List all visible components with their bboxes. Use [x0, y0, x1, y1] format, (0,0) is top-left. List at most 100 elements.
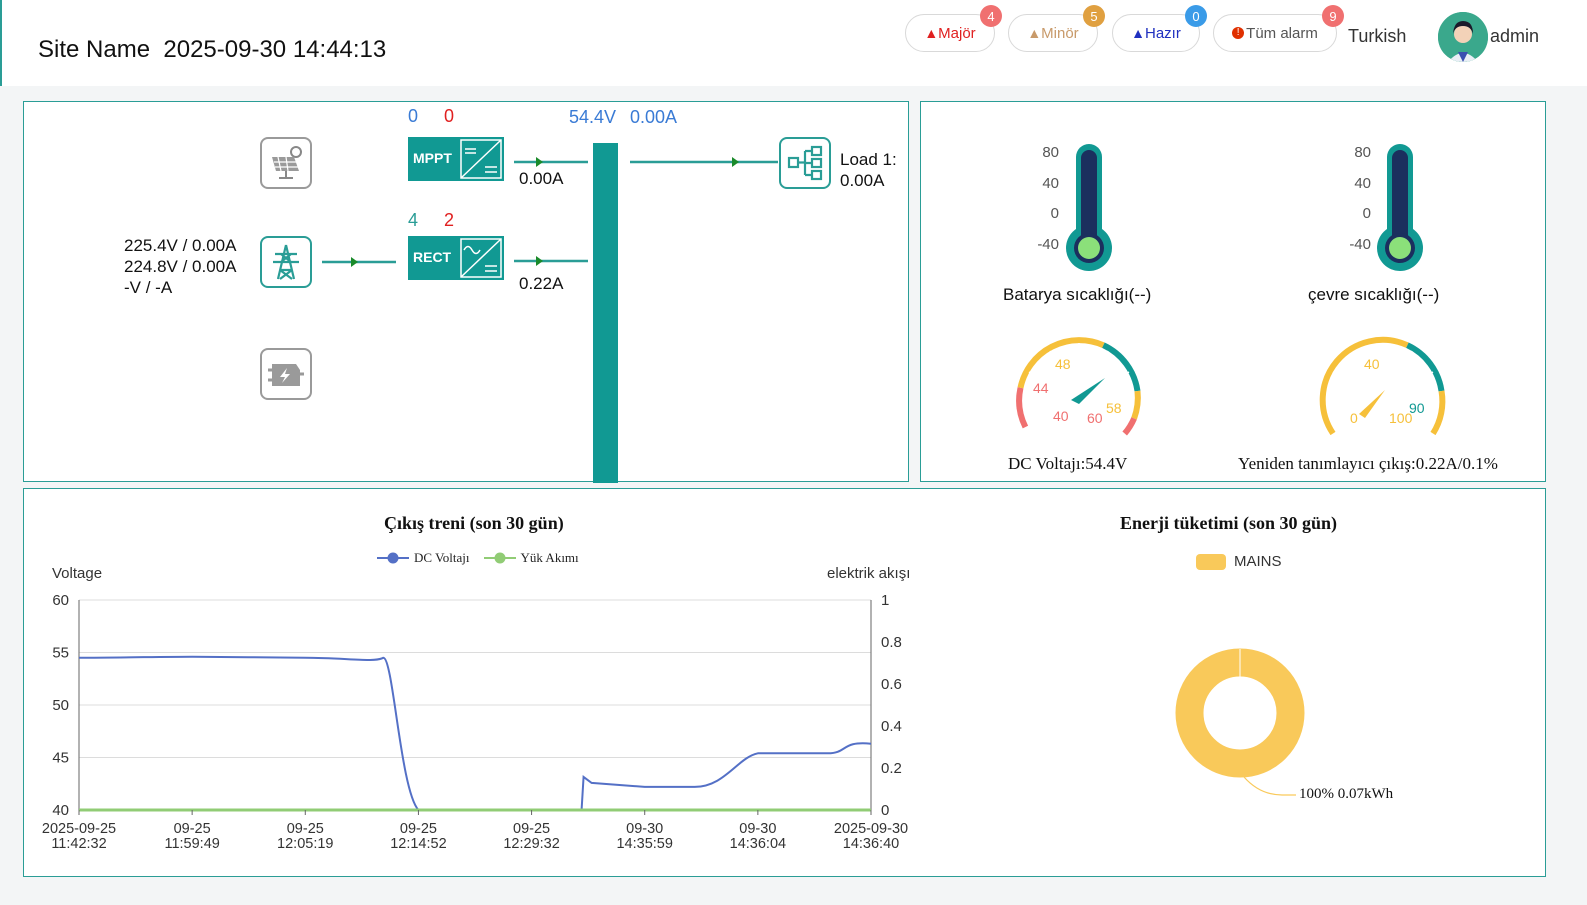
major-alarm-badge: 4: [980, 5, 1002, 27]
dc-voltage-label: DC Voltajı:54.4V: [1008, 454, 1128, 473]
y-left-tick: 55: [52, 645, 69, 662]
mppt-current: 0.00A: [519, 169, 564, 188]
x-axis-tick-label: 11:59:49: [164, 836, 219, 852]
dc-bus-bar: [593, 143, 618, 483]
y-right-tick: 0: [881, 802, 889, 819]
energy-legend-label: MAINS: [1234, 553, 1282, 570]
donut-slice-mains: [1175, 648, 1305, 778]
rect-label: RECT: [413, 249, 452, 265]
x-axis-tick-label: 12:29:32: [503, 836, 559, 852]
bus-voltage: 54.4V: [569, 107, 617, 127]
mppt-module[interactable]: MPPT: [408, 137, 504, 181]
trend-line-chart: 60 55 50 45 40 1 0.8 0.6 0.4 0.2 0 2025-…: [42, 592, 908, 852]
ac-dc-converter-icon: [460, 238, 502, 278]
svg-text:48: 48: [1055, 356, 1071, 372]
y-left-tick: 50: [52, 697, 69, 714]
x-axis-tick-label: 09-25: [287, 821, 324, 837]
warning-icon: ▲: [924, 25, 939, 41]
x-axis-tick-label: 09-25: [400, 821, 437, 837]
y-right-tick: 1: [881, 592, 889, 609]
power-tower-icon: [260, 236, 312, 288]
y-right-tick: 0.2: [881, 760, 902, 777]
x-axis-tick-label: 14:36:40: [843, 836, 899, 852]
y-left-tick: 45: [52, 750, 69, 767]
svg-text:0: 0: [1350, 410, 1358, 426]
load-readings: Load 1: 0.00A: [840, 150, 897, 190]
svg-text:44: 44: [1033, 380, 1049, 396]
user-name: admin: [1490, 26, 1540, 46]
svg-text:40: 40: [1364, 356, 1380, 372]
sensor-panel: 80 40 0 -40 Batarya sıcaklığı(--) 80 40 …: [920, 101, 1546, 482]
x-axis-tick-label: 11:42:32: [51, 836, 106, 852]
load-flow-line: [630, 157, 778, 167]
alert-circle-icon: !: [1232, 27, 1245, 39]
x-axis-tick-label: 09-25: [174, 821, 211, 837]
warning-icon: ▲: [1027, 25, 1042, 41]
warning-icon: ▲: [1131, 25, 1145, 41]
power-flow-panel: 225.4V / 0.00A 224.8V / 0.00A -V / -A 0 …: [23, 101, 909, 483]
env-temp-label: çevre sıcaklığı(--): [1308, 285, 1440, 304]
battery-temp-label: Batarya sıcaklığı(--): [1003, 285, 1152, 304]
top-bar: Site Name 2025-09-30 14:44:13 ▲ Majör 4 ▲…: [0, 0, 1587, 86]
x-axis-tick-label: 09-25: [513, 821, 550, 837]
language-selector[interactable]: Turkish: [1348, 26, 1406, 47]
rect-count-red: 2: [444, 210, 455, 230]
rectifier-output-label: Yeniden tanımlayıcı çıkış:0.22A/0.1%: [1238, 454, 1498, 473]
ready-alarm-badge: 0: [1185, 5, 1207, 27]
header-datetime: 2025-09-30 14:44:13: [163, 36, 387, 63]
energy-data-label: 100% 0.07kWh: [1299, 786, 1394, 802]
x-axis-tick-label: 09-30: [739, 821, 776, 837]
energy-donut-chart: [1175, 648, 1305, 796]
y-left-tick: 60: [52, 592, 69, 609]
site-header: Site Name 2025-09-30 14:44:13: [38, 36, 386, 64]
x-axis-tick-label: 2025-09-25: [42, 821, 116, 837]
dc-converter-icon: [460, 139, 502, 179]
charts-panel: Çıkış treni (son 30 gün) DC Voltajı Yük …: [23, 488, 1546, 877]
rect-flow-line: [514, 256, 588, 266]
mppt-count-blue: 0: [408, 106, 419, 126]
env-temp-scale: 80 40 0 -40: [1349, 144, 1371, 253]
x-axis-tick-label: 12:05:19: [277, 836, 333, 852]
y-right-tick: 0.4: [881, 718, 902, 735]
minor-alarm-button[interactable]: ▲ Minör 5: [1008, 5, 1105, 52]
svg-text:40: 40: [1053, 408, 1069, 424]
y-right-tick: 0.6: [881, 676, 902, 693]
rect-count-blue: 4: [408, 210, 419, 230]
svg-text:100: 100: [1389, 410, 1413, 426]
energy-legend[interactable]: MAINS: [1196, 553, 1282, 570]
y-right-tick: 0.8: [881, 634, 902, 651]
dc-voltage-series: [78, 655, 872, 811]
rectifier-output-gauge: 0 40 90 100: [1319, 336, 1446, 436]
x-axis-tick-label: 2025-09-30: [834, 821, 908, 837]
solar-panel-icon: [260, 137, 312, 189]
generator-icon: [260, 348, 312, 400]
energy-chart-title: Enerji tüketimi (son 30 gün): [1120, 513, 1338, 533]
avatar[interactable]: [1438, 12, 1488, 62]
battery-thermometer-icon: [1066, 144, 1112, 271]
mains-flow-line: [322, 257, 396, 267]
rect-module[interactable]: RECT: [408, 236, 504, 280]
mppt-label: MPPT: [413, 150, 452, 166]
y-left-tick: 40: [52, 802, 69, 819]
mains-legend-swatch: [1196, 553, 1226, 570]
all-alarm-badge: 9: [1322, 5, 1344, 27]
user-avatar-icon: [1438, 12, 1488, 62]
rect-current: 0.22A: [519, 274, 564, 293]
rectifier-needle: [1359, 390, 1385, 418]
x-axis-tick-label: 14:36:04: [730, 836, 786, 852]
load-distribution-icon: [779, 137, 831, 189]
x-axis-tick-label: 09-30: [626, 821, 663, 837]
ready-alarm-button[interactable]: ▲ Hazır 0: [1112, 5, 1207, 52]
x-axis-tick-label: 14:35:59: [616, 836, 672, 852]
bus-current: 0.00A: [630, 107, 678, 127]
dc-voltage-gauge: 40 44 48 58 60: [1016, 337, 1141, 436]
major-alarm-button[interactable]: ▲ Majör 4: [905, 5, 1002, 52]
dc-voltage-needle: [1071, 378, 1105, 404]
env-thermometer-icon: [1377, 144, 1423, 271]
battery-temp-scale: 80 40 0 -40: [1037, 144, 1059, 253]
minor-alarm-badge: 5: [1083, 5, 1105, 27]
x-axis-tick-label: 12:14:52: [390, 836, 446, 852]
all-alarm-button[interactable]: ! Tüm alarm 9: [1213, 5, 1344, 52]
mains-readings: 225.4V / 0.00A 224.8V / 0.00A -V / -A: [124, 236, 237, 297]
mppt-count-red: 0: [444, 106, 455, 126]
